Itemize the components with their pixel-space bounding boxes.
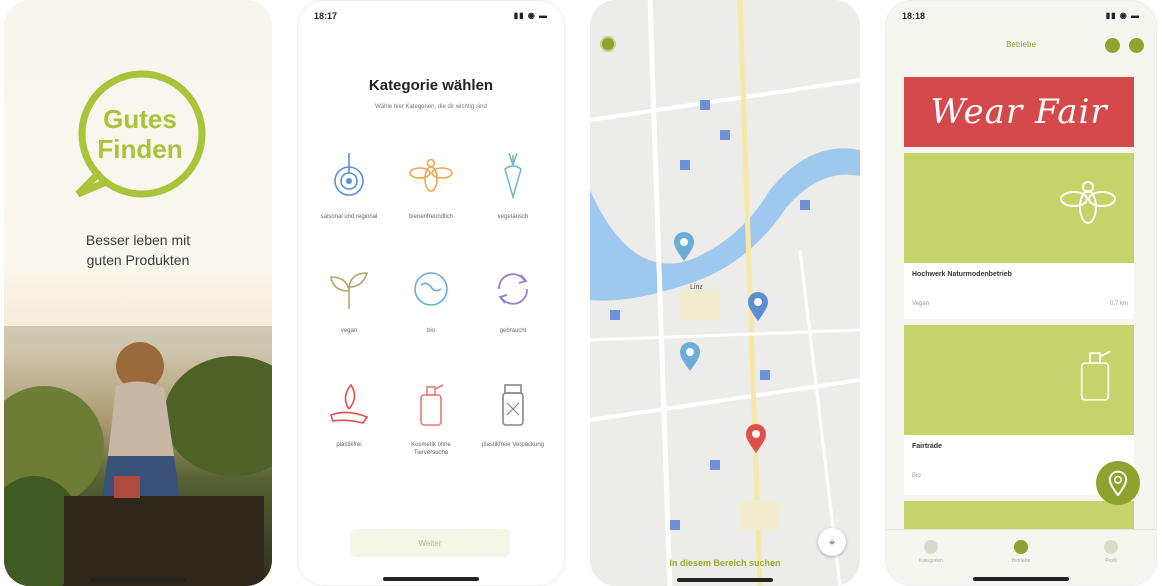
tab-label: Profil xyxy=(1105,558,1117,564)
category-item[interactable]: saisonal und regional xyxy=(308,151,390,229)
grid-icon xyxy=(924,540,938,554)
category-label: vegetarisch xyxy=(497,214,529,220)
bee-icon xyxy=(409,158,453,192)
soap-bottle-icon xyxy=(1080,350,1111,401)
category-label: saisonal und regional xyxy=(320,214,378,220)
map-screen: Linz ⌖ In diesem Bereich suchen xyxy=(590,0,860,586)
map-view-button[interactable] xyxy=(1096,461,1140,505)
logo-text: Gutes Finden xyxy=(70,104,210,164)
category-item[interactable]: Kosmetik ohne Tierversuche xyxy=(390,379,472,457)
filter-button[interactable] xyxy=(600,36,616,52)
recycle-icon xyxy=(498,273,528,305)
location-target-icon xyxy=(334,153,364,196)
business-category: Vegan xyxy=(912,301,930,307)
category-label: plastikfreie Verpackung xyxy=(481,442,545,448)
tab-label: Kategorien xyxy=(918,558,944,564)
business-name: Fairtrade xyxy=(912,443,942,450)
jar-icon xyxy=(502,384,524,426)
category-label: bio xyxy=(426,328,435,334)
sprout-icon xyxy=(330,272,369,309)
business-distance: 0,7 km xyxy=(1109,301,1128,307)
business-list-screen: 18:18 ▮▮ ◉ ▬ Betriebe Wear Fair Hochwerk… xyxy=(885,0,1157,586)
page-subtitle: Wähle hier Kategorien, die dir wichtig s… xyxy=(375,104,487,110)
category-item[interactable]: bienenfreundlich xyxy=(390,151,472,229)
map-pin[interactable] xyxy=(678,340,702,372)
status-icons: ▮▮ ◉ ▬ xyxy=(513,11,548,20)
business-name: Hochwerk Naturmodenbetrieb xyxy=(912,271,1012,278)
category-label: gebraucht xyxy=(499,328,527,334)
home-indicator xyxy=(973,577,1069,581)
filter-icon[interactable] xyxy=(1105,38,1120,53)
business-image xyxy=(904,501,1134,531)
tagline: Besser leben mit guten Produkten xyxy=(4,230,272,270)
tab-profil[interactable]: Profil xyxy=(1076,540,1146,585)
status-bar: 18:17 ▮▮ ◉ ▬ xyxy=(314,11,548,23)
category-label: vegan xyxy=(340,328,358,334)
status-time: 18:18 xyxy=(902,11,926,21)
home-indicator xyxy=(383,577,479,581)
header: Betriebe xyxy=(886,29,1156,61)
carrot-icon xyxy=(504,152,522,199)
store-icon xyxy=(1014,540,1028,554)
category-item[interactable]: gebraucht xyxy=(472,265,554,343)
map-pin[interactable] xyxy=(746,290,770,322)
category-item[interactable]: plastikfreie Verpackung xyxy=(472,379,554,457)
welcome-screen: Gutes Finden Besser leben mit guten Prod… xyxy=(4,0,272,586)
tab-label: Betriebe xyxy=(1011,558,1031,564)
search-area-button[interactable]: In diesem Bereich suchen xyxy=(590,558,860,568)
category-label: plastikfrei xyxy=(336,442,362,448)
category-item[interactable]: vegan xyxy=(308,265,390,343)
status-bar: 18:18 ▮▮ ◉ ▬ xyxy=(902,11,1140,23)
category-label: bienenfreundlich xyxy=(408,214,454,220)
status-time: 18:17 xyxy=(314,11,338,21)
city-map[interactable] xyxy=(590,0,860,586)
category-grid: saisonal und regional bienenfreundlich v… xyxy=(308,151,554,457)
tab-kategorien[interactable]: Kategorien xyxy=(896,540,966,585)
home-indicator xyxy=(677,578,773,582)
locate-me-button[interactable]: ⌖ xyxy=(818,528,846,556)
logo-line-1: Gutes xyxy=(103,104,177,134)
garden-photo xyxy=(4,326,272,586)
logo-line-2: Finden xyxy=(97,134,183,164)
bio-globe-icon xyxy=(414,272,448,306)
weiter-button[interactable]: Weiter xyxy=(350,529,510,557)
map-pin[interactable] xyxy=(744,422,768,454)
brand-banner[interactable]: Wear Fair xyxy=(904,77,1134,147)
settings-icon[interactable] xyxy=(1129,38,1144,53)
location-pin-icon xyxy=(1108,470,1128,496)
status-icons: ▮▮ ◉ ▬ xyxy=(1105,11,1140,20)
page-title: Kategorie wählen xyxy=(368,77,494,94)
bee-icon xyxy=(1060,181,1116,224)
business-category: Bio xyxy=(912,473,921,479)
category-item[interactable]: vegetarisch xyxy=(472,151,554,229)
tagline-line-1: Besser leben mit xyxy=(85,232,191,248)
category-item[interactable]: plastikfrei xyxy=(308,379,390,457)
category-label: Kosmetik ohne Tierversuche xyxy=(411,442,451,456)
map-pin[interactable] xyxy=(672,230,696,262)
tagline-line-2: guten Produkten xyxy=(86,252,190,268)
user-icon xyxy=(1104,540,1118,554)
hand-leaf-icon xyxy=(329,383,369,424)
category-screen: 18:17 ▮▮ ◉ ▬ Kategorie wählen Wähle hier… xyxy=(297,0,565,586)
crosshair-icon: ⌖ xyxy=(828,534,836,549)
soap-bottle-icon xyxy=(420,384,444,426)
business-card[interactable]: Hochwerk Naturmodenbetrieb Vegan 0,7 km xyxy=(904,153,1134,319)
home-indicator xyxy=(90,578,186,582)
city-label: Linz xyxy=(690,284,703,291)
business-image xyxy=(904,153,1134,263)
category-item[interactable]: bio xyxy=(390,265,472,343)
business-image xyxy=(904,325,1134,435)
